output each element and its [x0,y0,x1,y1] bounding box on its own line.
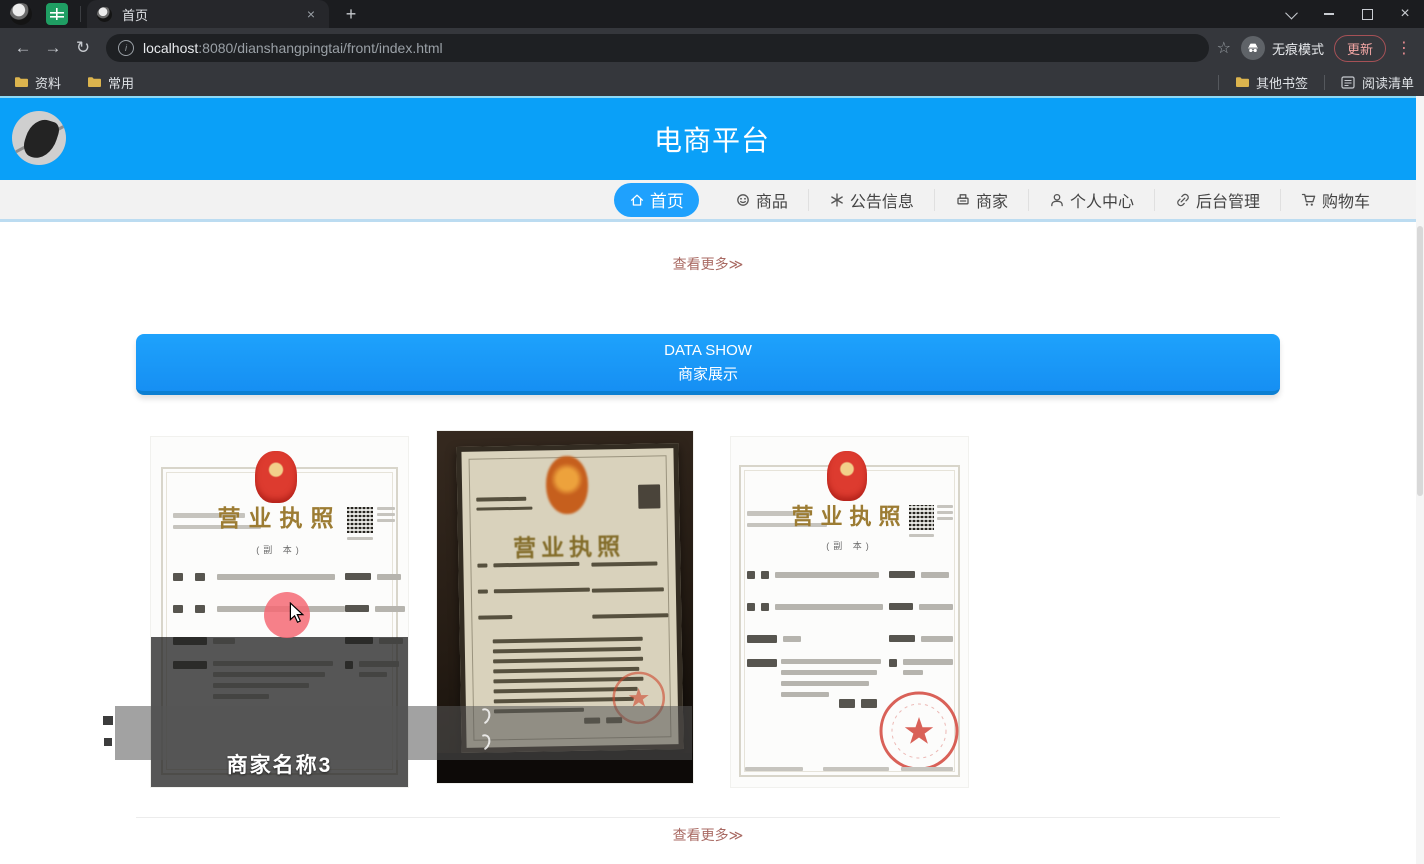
license-emblem [827,451,867,501]
page-scrollbar[interactable] [1416,96,1424,864]
view-more-bottom-link[interactable]: 查看更多≫ [0,825,1416,845]
url-host: localhost [143,40,199,56]
nav-item-merchant[interactable]: 商家 [935,188,1029,211]
other-bookmarks-button[interactable]: 其他书签 [1235,73,1308,92]
bookmark-label: 资料 [35,75,62,91]
incognito-label: 无痕模式 [1271,41,1324,57]
reload-button[interactable]: ↻ [68,33,98,63]
nav-item-profile[interactable]: 个人中心 [1029,188,1155,211]
bookmark-label: 常用 [108,75,135,91]
reading-list-label: 阅读清单 [1361,75,1414,91]
incognito-indicator: 无痕模式 [1240,36,1324,60]
official-seal [879,691,959,771]
tab-title: 首页 [122,7,149,23]
url-text: localhost:8080/dianshangpingtai/front/in… [143,40,443,56]
bookmarks-bar: 资料 常用 其他书签 阅读清单 [0,68,1424,96]
license-qr-code [347,507,373,533]
goods-icon [735,192,751,208]
scrollbar-thumb[interactable] [1417,226,1423,496]
window-chevron-icon[interactable] [1272,0,1310,28]
bookmarks-separator [1323,74,1325,90]
window-maximize-button[interactable] [1348,0,1386,28]
admin-link-icon [1175,192,1191,208]
license-title: 营业执照 [512,533,626,561]
license-emblem [255,451,297,503]
nav-item-cart[interactable]: 购物车 [1281,189,1390,211]
user-icon [1049,192,1065,208]
page-content: 电商平台 首页 商品 公告信息 商家 个人中心 后台管理 购物车 查看更多≫ D… [0,96,1424,864]
section-divider [136,817,1280,818]
notice-icon [829,192,845,208]
bookmark-item[interactable]: 常用 [87,73,134,92]
license-emblem [545,455,589,515]
nav-label: 公告信息 [849,193,914,211]
bookmarks-separator [1217,74,1219,90]
browser-menu-icon[interactable]: ⋮ [1392,38,1416,58]
new-tab-button[interactable]: + [339,2,363,26]
artifact-mark [103,716,113,725]
browser-toolbar: ← → ↻ i localhost:8080/dianshangpingtai/… [0,28,1424,68]
reading-list-button[interactable]: 阅读清单 [1341,73,1414,92]
page-info-icon[interactable]: i [118,40,134,56]
nav-label: 商家 [975,193,1008,211]
merchant-banner: DATA SHOW 商家展示 [136,334,1280,395]
nav-item-admin[interactable]: 后台管理 [1155,188,1281,211]
license-qr-code [909,505,934,530]
nav-item-home[interactable]: 首页 [613,182,699,217]
site-logo[interactable] [12,111,66,165]
tab-strip: 首页 × + × [0,0,1424,28]
banner-title: DATA SHOW [664,341,752,359]
browser-logo-icon[interactable] [10,3,32,25]
pinned-sheets-icon[interactable] [46,3,68,25]
browser-window: 首页 × + × ← → ↻ i localhost:8080/dianshan… [0,0,1424,864]
url-path: :8080/dianshangpingtai/front/index.html [198,40,443,56]
tab-separator [80,6,81,22]
incognito-icon [1240,36,1265,60]
merchant-card[interactable]: 营业执照 (副 本) [731,437,968,787]
merchant-caption: 商家名称3 [226,754,333,777]
nav-label: 首页 [649,192,684,211]
window-minimize-button[interactable] [1310,0,1348,28]
reading-list-icon [1341,75,1355,89]
bookmark-star-icon[interactable]: ☆ [1217,38,1231,58]
shop-icon [955,192,971,208]
back-button[interactable]: ← [8,33,38,63]
license-subtitle: (副 本) [256,545,303,555]
window-controls: × [1272,0,1424,28]
cart-icon [1301,192,1317,208]
license-subtitle: (副 本) [826,541,873,551]
site-header: 电商平台 [0,96,1424,180]
other-bookmarks-label: 其他书签 [1255,75,1308,91]
nav-item-notice[interactable]: 公告信息 [809,188,935,211]
artifact-mark [104,738,112,746]
bookmark-item[interactable]: 资料 [14,73,61,92]
nav-label: 商品 [755,193,788,211]
nav-label: 个人中心 [1069,193,1134,211]
tab-favicon-icon [97,6,112,22]
nav-item-goods[interactable]: 商品 [715,188,809,211]
folder-icon [15,77,28,87]
update-button[interactable]: 更新 [1333,34,1386,62]
main-nav: 首页 商品 公告信息 商家 个人中心 后台管理 购物车 [0,180,1424,222]
nav-label: 购物车 [1321,193,1370,211]
browser-tab[interactable]: 首页 × [87,0,329,28]
home-icon [629,192,645,208]
forward-button[interactable]: → [38,33,68,63]
tab-close-icon[interactable]: × [303,5,319,23]
address-bar[interactable]: i localhost:8080/dianshangpingtai/front/… [106,34,1209,62]
view-more-top-link[interactable]: 查看更多≫ [0,254,1416,274]
mouse-cursor [289,602,305,624]
window-close-button[interactable]: × [1386,0,1424,28]
site-title: 电商平台 [653,125,770,156]
folder-icon [88,77,102,87]
banner-subtitle: 商家展示 [677,365,738,383]
nav-label: 后台管理 [1195,193,1260,211]
folder-icon [1235,77,1249,87]
